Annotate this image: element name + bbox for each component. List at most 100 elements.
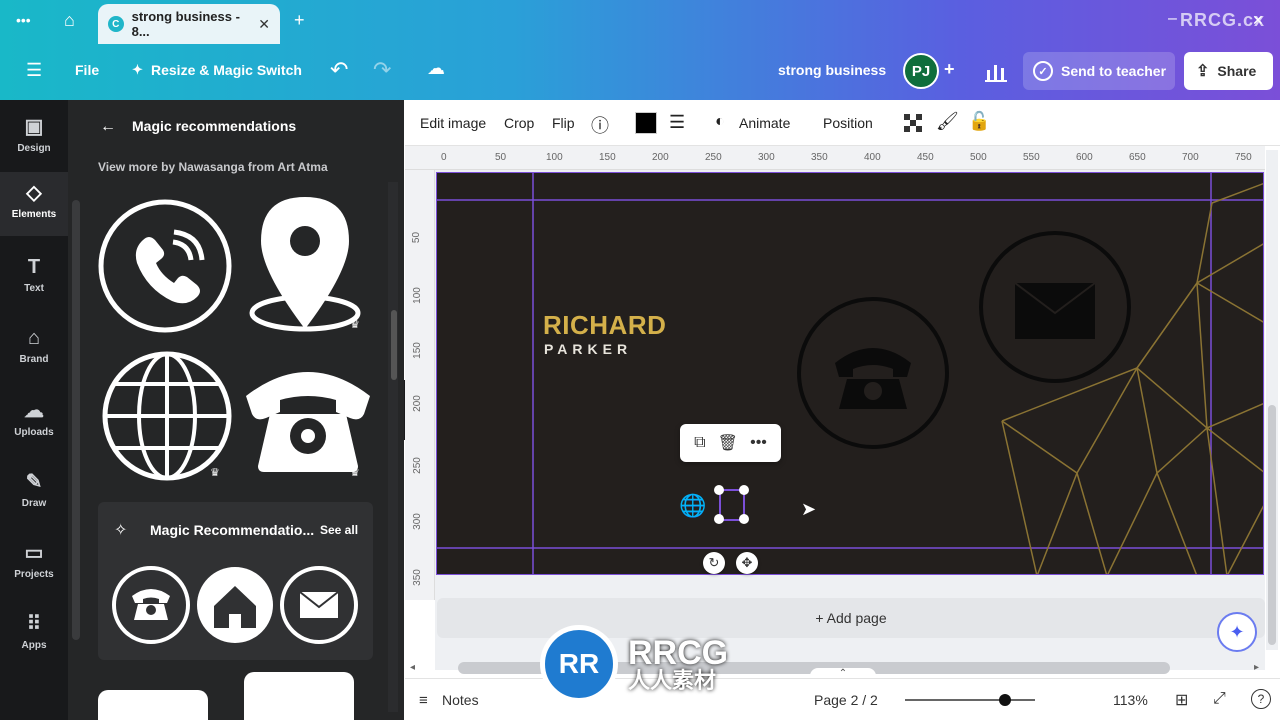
browser-menu-dots[interactable]: ••• (16, 12, 31, 28)
file-menu[interactable]: File (75, 62, 99, 78)
design-page[interactable]: RICHARD PARKER 🌐 ➤ (436, 172, 1264, 575)
ruler-label: 400 (864, 152, 881, 163)
rail-item-text[interactable]: T Text (0, 248, 68, 312)
avatar[interactable]: PJ (903, 53, 939, 89)
telephone-circle-icon[interactable] (112, 564, 190, 646)
duplicate-icon[interactable]: ⧉ (694, 434, 705, 452)
card-surname[interactable]: PARKER (544, 341, 632, 357)
ruler-label: 100 (411, 287, 423, 304)
more-options-icon[interactable]: ••• (750, 434, 767, 452)
animate-button[interactable]: Animate (739, 115, 790, 131)
home-icon[interactable]: ⌂ (64, 10, 75, 31)
rotate-handle-icon[interactable]: ↻ (703, 552, 725, 574)
back-arrow-icon[interactable]: ← (100, 118, 116, 136)
transparency-icon[interactable] (904, 114, 922, 132)
rail-label: Design (17, 143, 51, 154)
share-button[interactable]: ⇪ Share (1184, 52, 1273, 90)
insights-chart-icon[interactable] (985, 62, 1007, 82)
magic-assistant-icon[interactable]: ✦ (1217, 612, 1257, 652)
ruler-label: 450 (917, 152, 934, 163)
phone-circle-icon[interactable] (98, 195, 236, 337)
position-button[interactable]: Position (823, 115, 873, 131)
elements-icon: ◇ (26, 182, 42, 204)
canvas-vertical-scrollbar[interactable] (1266, 150, 1278, 650)
crop-button[interactable]: Crop (504, 115, 534, 131)
panel-subtitle[interactable]: View more by Nawasanga from Art Atma (98, 160, 328, 174)
location-pin-icon[interactable] (248, 195, 368, 337)
magic-recommendations-section: ✧ Magic Recommendatio... See all (98, 502, 373, 660)
rail-item-draw[interactable]: ✎ Draw (0, 461, 68, 525)
rail-item-uploads[interactable]: ☁ Uploads (0, 390, 68, 454)
help-icon[interactable]: ? (1251, 689, 1271, 709)
panel-scrollbar-thumb[interactable] (391, 310, 397, 380)
rail-item-elements[interactable]: ◇ Elements (0, 172, 68, 236)
browser-tab-bar: ••• ⌂ C strong business - 8... ✕ + – ✕ R… (0, 0, 1280, 44)
notes-button[interactable]: Notes (442, 692, 479, 708)
zoom-slider-thumb[interactable] (999, 694, 1012, 706)
redo-icon[interactable]: ↷ (373, 57, 391, 83)
card-name[interactable]: RICHARD (543, 310, 666, 341)
copy-style-icon[interactable]: 🖌 (936, 111, 959, 132)
panel-left-scrollbar[interactable] (72, 200, 80, 640)
design-icon: ▣ (24, 116, 44, 138)
mail-circle-icon[interactable] (280, 564, 358, 646)
flip-button[interactable]: Flip (552, 115, 575, 131)
info-icon[interactable]: ⓘ (591, 112, 609, 138)
rail-item-brand[interactable]: ⌂ Brand (0, 319, 68, 383)
share-upload-icon: ⇪ (1196, 63, 1210, 80)
lock-icon[interactable]: 🔓 (968, 111, 990, 132)
rail-item-design[interactable]: ▣ Design (0, 106, 68, 170)
zoom-slider[interactable] (905, 694, 1035, 706)
page-indicator[interactable]: Page 2 / 2 (814, 692, 878, 708)
home-circle-icon[interactable] (196, 564, 274, 646)
ruler-label: 150 (599, 152, 616, 163)
window-minimize-button[interactable]: – (1168, 10, 1177, 28)
resize-magic-switch-button[interactable]: Resize & Magic Switch (151, 62, 302, 78)
scroll-right-arrow[interactable]: ▸ (1254, 662, 1259, 673)
projects-icon: ▭ (24, 542, 44, 564)
canvas-vertical-scrollbar-thumb[interactable] (1268, 405, 1276, 645)
card-mail-circle-icon[interactable] (977, 229, 1133, 389)
ruler-label: 300 (758, 152, 775, 163)
resize-handle[interactable] (714, 485, 724, 495)
resize-handle[interactable] (739, 485, 749, 495)
new-tab-button[interactable]: + (294, 10, 305, 31)
partial-element-thumbnail[interactable] (244, 672, 354, 720)
partial-element-thumbnail[interactable] (98, 690, 208, 720)
share-label: Share (1217, 63, 1257, 79)
rrcg-logo-mark: RR (540, 625, 618, 703)
panel-scrollbar[interactable] (388, 182, 398, 712)
undo-icon[interactable]: ↶ (330, 57, 348, 83)
rail-item-apps[interactable]: ⠿ Apps (0, 603, 68, 667)
grid-view-icon[interactable]: ⊞ (1175, 690, 1188, 710)
fullscreen-icon[interactable]: ⤢ (1213, 690, 1226, 708)
cloud-save-icon[interactable]: ☁ (427, 58, 445, 79)
rrcg-logo-text: RRCG (628, 634, 729, 672)
delete-icon[interactable]: 🗑 (718, 433, 738, 453)
resize-handle[interactable] (714, 514, 724, 524)
card-globe-icon[interactable]: 🌐 (679, 493, 706, 519)
ruler-label: 600 (1076, 152, 1093, 163)
add-collaborator-button[interactable]: + (944, 59, 955, 80)
see-all-link[interactable]: See all (320, 523, 358, 537)
scroll-left-arrow[interactable]: ◂ (410, 662, 415, 673)
hamburger-menu-icon[interactable]: ☰ (26, 60, 42, 81)
send-to-teacher-button[interactable]: ✓ Send to teacher (1023, 52, 1175, 90)
resize-handle[interactable] (739, 514, 749, 524)
color-swatch[interactable] (635, 112, 657, 134)
ruler-label: 700 (1182, 152, 1199, 163)
zoom-level[interactable]: 113% (1113, 692, 1148, 708)
browser-tab[interactable]: C strong business - 8... ✕ (98, 4, 280, 44)
rrcg-watermark-logo: RR RRCG 人人素材 (540, 625, 728, 703)
move-handle-icon[interactable]: ✥ (736, 552, 758, 574)
line-weight-icon[interactable]: ☰ (669, 112, 685, 133)
premium-crown-icon: ♛ (350, 467, 360, 479)
rail-label: Projects (14, 569, 54, 580)
card-phone-circle-icon[interactable] (795, 293, 951, 457)
document-title[interactable]: strong business (778, 62, 886, 78)
rail-item-projects[interactable]: ▭ Projects (0, 532, 68, 596)
rotary-telephone-icon[interactable] (240, 356, 376, 474)
edit-image-button[interactable]: Edit image (420, 115, 486, 131)
tab-close-icon[interactable]: ✕ (258, 16, 270, 33)
context-toolbar: Edit image Crop Flip ⓘ ☰ ◐ Animate Posit… (405, 100, 1280, 146)
